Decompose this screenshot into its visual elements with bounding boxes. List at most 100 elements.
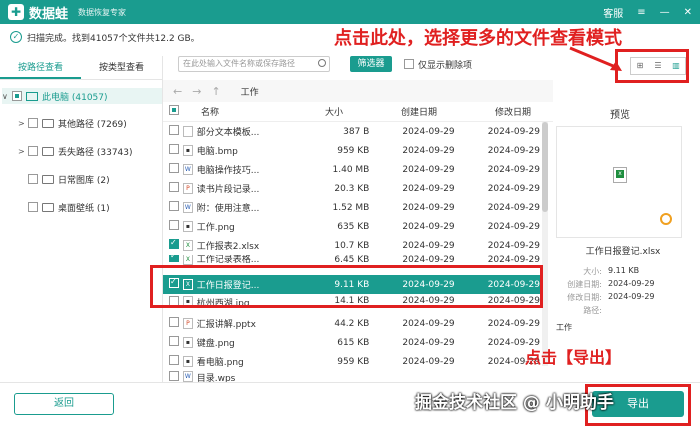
chevron-down-icon[interactable]: ∨ <box>2 92 12 101</box>
row-checkbox[interactable] <box>169 182 179 192</box>
ppt-file-icon: P <box>183 318 193 329</box>
close-icon[interactable]: ✕ <box>684 7 692 18</box>
table-row[interactable]: P 汇报讲解.pptx 44.2 KB 2024-09-29 2024-09-2… <box>163 314 540 333</box>
table-row[interactable]: ▪ 工作.png 635 KB 2024-09-29 2024-09-29 <box>163 217 540 236</box>
table-row[interactable]: ▪ 键盘.png 615 KB 2024-09-29 2024-09-29 <box>163 333 540 352</box>
table-row[interactable]: W 目录.wps <box>163 371 540 382</box>
file-created: 2024-09-29 <box>402 126 455 137</box>
app-subtitle: 数据恢复专家 <box>78 7 127 17</box>
excel-file-icon <box>613 167 627 183</box>
file-created: 2024-09-29 <box>402 356 455 367</box>
column-modified[interactable]: 修改日期 <box>437 105 531 118</box>
tree-checkbox[interactable] <box>28 146 38 156</box>
table-row[interactable]: ▪ 电脑.bmp 959 KB 2024-09-29 2024-09-29 <box>163 141 540 160</box>
preview-meta-size: 大小: 9.11 KB <box>556 266 639 277</box>
customer-service-link[interactable]: 客服 <box>603 5 623 20</box>
table-row[interactable]: W 电脑操作技巧... 1.40 MB 2024-09-29 2024-09-2… <box>163 160 540 179</box>
menu-icon[interactable]: ≡ <box>637 7 645 18</box>
tree-item-lost-paths[interactable]: > 丢失路径 (33743) <box>18 143 133 159</box>
excel-file-icon: X <box>183 240 193 251</box>
preview-panel: 预览 工作日报登记.xlsx 大小: 9.11 KB 创建日期: 2024-09… <box>548 98 698 382</box>
sidebar-tabs: 按路径查看 按类型查看 <box>0 56 162 80</box>
row-checkbox[interactable] <box>169 238 179 249</box>
column-name[interactable]: 名称 <box>183 105 273 118</box>
row-checkbox[interactable] <box>169 371 179 381</box>
tree-item-label: 其他路径 (7269) <box>58 119 127 130</box>
zoom-icon[interactable] <box>660 213 672 225</box>
image-file-icon: ▪ <box>183 337 193 348</box>
file-modified: 2024-09-29 <box>487 318 540 329</box>
row-checkbox[interactable] <box>169 317 179 327</box>
only-deleted-toggle[interactable]: 仅显示删除项 <box>404 58 472 71</box>
column-size[interactable]: 大小 <box>273 105 343 118</box>
scan-status-text: 扫描完成。找到41057个文件共12.2 GB。 <box>27 33 200 44</box>
preview-title: 预览 <box>610 110 630 121</box>
word-file-icon: W <box>183 202 193 213</box>
check-circle-icon: ✓ <box>10 31 22 43</box>
tree-item-desktop-wallpaper[interactable]: 桌面壁纸 (1) <box>28 199 110 215</box>
file-name: 键盘.png <box>196 339 235 349</box>
app-logo-icon: ✚ <box>8 4 24 20</box>
tree-checkbox[interactable] <box>28 202 38 212</box>
only-deleted-checkbox[interactable] <box>404 59 414 69</box>
row-checkbox[interactable] <box>169 144 179 154</box>
tree-item-daily-gallery[interactable]: 日常图库 (2) <box>28 171 110 187</box>
row-checkbox[interactable] <box>169 255 179 262</box>
folder-icon <box>42 146 54 156</box>
file-created: 2024-09-29 <box>402 318 455 329</box>
tree-checkbox[interactable] <box>28 118 38 128</box>
column-created[interactable]: 创建日期 <box>343 105 437 118</box>
file-modified: 2024-09-29 <box>487 126 540 137</box>
tree-item-label: 丢失路径 (33743) <box>58 147 133 158</box>
table-row[interactable]: P 读书片段记录... 20.3 KB 2024-09-29 2024-09-2… <box>163 179 540 198</box>
tab-by-type[interactable]: 按类型查看 <box>81 56 162 79</box>
file-created: 2024-09-29 <box>402 145 455 156</box>
up-arrow-icon[interactable]: ↑ <box>211 85 220 98</box>
file-modified: 2024-09-29 <box>487 221 540 232</box>
tree-item-this-pc[interactable]: ∨ 此电脑 (41057) <box>2 88 162 104</box>
search-icon[interactable] <box>318 59 326 67</box>
toolbar: 在此处输入文件名称或保存路径 筛选器 仅显示删除项 <box>178 56 472 72</box>
table-row[interactable]: W 附：使用注意... 1.52 MB 2024-09-29 2024-09-2… <box>163 198 540 217</box>
minimize-icon[interactable]: — <box>660 7 670 18</box>
table-row[interactable]: X 工作报表2.xlsx 10.7 KB 2024-09-29 2024-09-… <box>163 236 540 255</box>
file-name: 目录.wps <box>196 374 236 382</box>
chevron-right-icon[interactable]: > <box>18 147 28 156</box>
file-name: 工作记录表格... <box>196 255 260 265</box>
back-button[interactable]: 返回 <box>14 393 114 415</box>
search-input[interactable]: 在此处输入文件名称或保存路径 <box>178 56 330 72</box>
row-checkbox[interactable] <box>169 125 179 135</box>
row-checkbox[interactable] <box>169 336 179 346</box>
annotation-box-view-switch <box>615 49 689 83</box>
file-icon <box>183 126 193 137</box>
forward-arrow-icon[interactable]: → <box>192 85 201 98</box>
back-arrow-icon[interactable]: ← <box>173 85 182 98</box>
row-checkbox[interactable] <box>169 163 179 173</box>
tree-checkbox[interactable] <box>28 174 38 184</box>
table-row[interactable]: X 工作记录表格... 6.45 KB 2024-09-29 2024-09-2… <box>163 255 540 265</box>
chevron-right-icon[interactable]: > <box>18 119 28 128</box>
row-checkbox[interactable] <box>169 355 179 365</box>
file-size: 615 KB <box>337 337 370 348</box>
preview-filename: 工作日报登记.xlsx <box>585 247 661 257</box>
meta-value: 9.11 KB <box>608 266 640 275</box>
filter-button[interactable]: 筛选器 <box>350 56 392 72</box>
file-size: 959 KB <box>337 356 370 367</box>
preview-meta-path: 路径: <box>556 305 608 316</box>
tree-checkbox[interactable] <box>12 91 22 101</box>
table-row[interactable]: 部分文本模板... 387 B 2024-09-29 2024-09-29 <box>163 122 540 141</box>
file-created: 2024-09-29 <box>402 255 455 265</box>
table-row[interactable]: ▪ 看电脑.png 959 KB 2024-09-29 2024-09-29 <box>163 352 540 371</box>
row-checkbox[interactable] <box>169 220 179 230</box>
word-file-icon: W <box>183 164 193 175</box>
tab-by-path[interactable]: 按路径查看 <box>0 56 81 79</box>
navigation-bar: ← → ↑ 工作 <box>163 80 553 102</box>
tree-item-other-paths[interactable]: > 其他路径 (7269) <box>18 115 127 131</box>
file-name: 看电脑.png <box>196 358 244 368</box>
row-checkbox[interactable] <box>169 201 179 211</box>
file-modified: 2024-09-29 <box>487 202 540 213</box>
file-size: 44.2 KB <box>334 318 370 329</box>
file-size: 20.3 KB <box>334 183 370 194</box>
select-all-checkbox[interactable] <box>169 105 179 115</box>
excel-file-icon: X <box>183 255 193 265</box>
